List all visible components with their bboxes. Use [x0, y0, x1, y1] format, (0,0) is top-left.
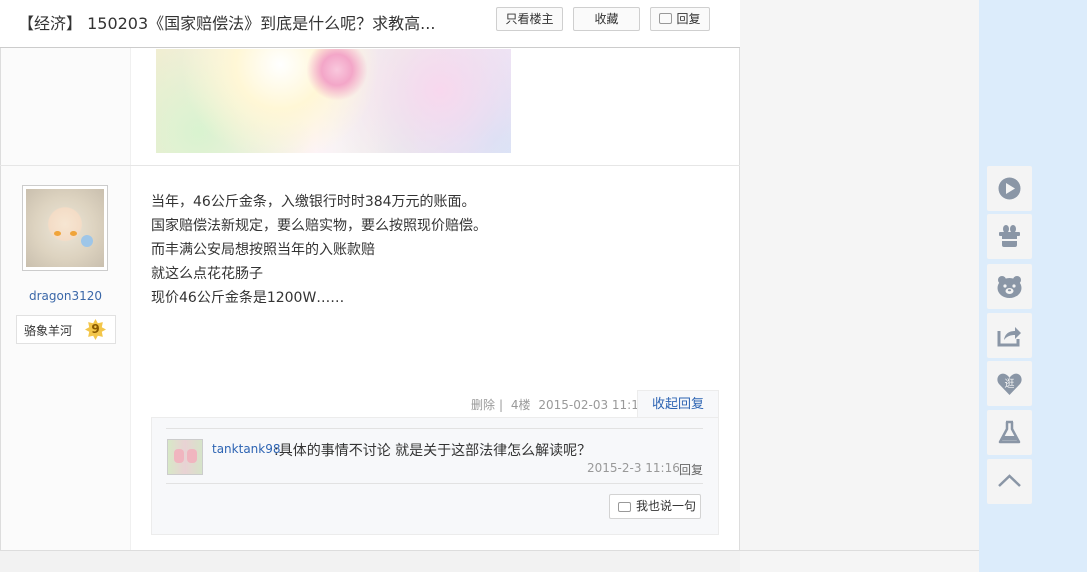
share-icon — [997, 327, 1021, 347]
level-badge[interactable]: 骆象羊河 9 — [16, 315, 116, 344]
reply-text: :具体的事情不讨论 就是关于这部法律怎么解读呢？ — [274, 443, 592, 459]
reply-divider — [166, 483, 703, 484]
reply-avatar[interactable] — [167, 439, 203, 475]
reply-button[interactable]: 回复 — [650, 7, 710, 31]
bear-face-icon — [997, 276, 1022, 298]
floor-number: 4楼 — [510, 398, 531, 412]
sidebar-lab-button[interactable] — [987, 410, 1032, 455]
say-something-button[interactable]: 我也说一句 — [609, 494, 701, 519]
thread-title: 【经济】 150203《国家赔偿法》到底是什么呢？求教高... — [18, 14, 436, 33]
post-line: 国家赔偿法新规定，要么赔实物，要么按照现价赔偿。 — [151, 218, 487, 234]
delete-link[interactable]: 删除 — [471, 398, 495, 412]
post-line: 就这么点花花肠子 — [151, 266, 263, 282]
flask-icon — [998, 420, 1021, 444]
heart-shop-text: 逛 — [1005, 377, 1015, 390]
post-line: 当年，46公斤金条，入缴银行时时384万元的账面。 — [151, 194, 476, 210]
post-line: 而丰满公安局想按照当年的入账款赔 — [151, 242, 375, 258]
chevron-up-icon — [998, 474, 1021, 487]
sidebar-magic-button[interactable] — [987, 214, 1032, 259]
sidebar-bear-button[interactable] — [987, 264, 1032, 309]
favorite-button[interactable]: 收藏 — [573, 7, 640, 31]
magic-hat-icon — [999, 225, 1020, 247]
badge-level-star-icon: 9 — [85, 319, 106, 340]
location-pin-icon — [998, 177, 1021, 200]
reply-button-label: 回复 — [676, 12, 701, 26]
say-something-label: 我也说一句 — [636, 499, 697, 513]
sidebar-share-button[interactable] — [987, 313, 1032, 358]
comment-icon — [618, 502, 631, 512]
back-to-top-button[interactable] — [987, 459, 1032, 504]
author-name[interactable]: dragon3120 — [0, 289, 131, 303]
reply-to-reply-link[interactable]: 回复 — [679, 461, 703, 478]
reply-username[interactable]: tanktank98 — [212, 442, 281, 456]
avatar[interactable] — [22, 185, 108, 271]
thread-header: 【经济】 150203《国家赔偿法》到底是什么呢？求教高... 只看楼主 收藏 … — [0, 0, 740, 48]
bottom-divider — [0, 550, 979, 551]
post-time: 2015-02-03 11:14 — [538, 398, 647, 412]
previous-post-image — [156, 49, 511, 153]
post-line: 现价46公斤金条是1200W…… — [151, 290, 345, 306]
badge-label: 骆象羊河 — [24, 324, 73, 338]
post-divider — [0, 165, 740, 166]
post-content: 当年，46公斤金条，入缴银行时时384万元的账面。 国家赔偿法新规定，要么赔实物… — [151, 190, 711, 310]
comment-icon — [659, 13, 673, 24]
only-author-button[interactable]: 只看楼主 — [496, 7, 563, 31]
anime-figure — [306, 49, 368, 101]
post-tail: 删除 | 4楼 2015-02-03 11:14 — [471, 398, 647, 412]
reply-time: 2015-2-3 11:16 — [587, 461, 680, 475]
sidebar-location-button[interactable] — [987, 166, 1032, 211]
heart-shop-icon: 逛 — [997, 373, 1022, 395]
reply-divider — [166, 428, 703, 429]
sidebar-shop-button[interactable]: 逛 — [987, 361, 1032, 406]
page-background — [740, 0, 979, 572]
collapse-replies-button[interactable]: 收起回复 — [637, 390, 719, 418]
